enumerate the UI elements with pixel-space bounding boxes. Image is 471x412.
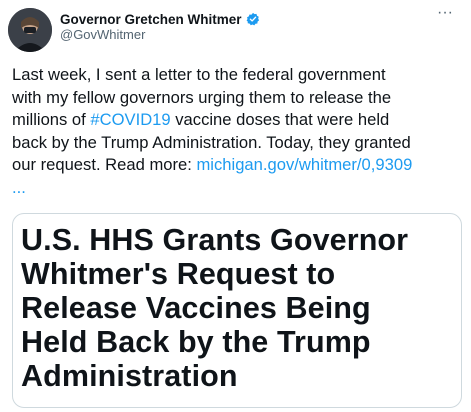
- tweet-line: Last week, I sent a letter to the federa…: [12, 65, 386, 84]
- handle[interactable]: @GovWhitmer: [60, 27, 145, 42]
- avatar-image: [8, 8, 52, 52]
- card-title-line: Release Vaccines Being: [21, 291, 371, 325]
- hashtag-link[interactable]: #COVID19: [90, 110, 170, 129]
- avatar[interactable]: [8, 8, 52, 52]
- card-title-line: U.S. HHS Grants Governor: [21, 223, 409, 257]
- card-title-line: Held Back by the Trump: [21, 325, 371, 359]
- tweet-line: our request. Read more: michigan.gov/whi…: [12, 154, 464, 177]
- more-options-icon[interactable]: ···: [435, 5, 455, 22]
- tweet[interactable]: Governor Gretchen Whitmer @GovWhitmer ··…: [0, 0, 471, 412]
- tweet-line: millions of #COVID19 vaccine doses that …: [12, 109, 464, 132]
- card-title-line: Whitmer's Request to: [21, 257, 336, 291]
- tweet-line-segment: our request. Read more:: [12, 155, 197, 175]
- card-title: U.S. HHS Grants Governor Whitmer's Reque…: [21, 223, 461, 393]
- verified-badge-icon: [246, 12, 260, 26]
- link-ellipsis[interactable]: ...: [12, 177, 464, 200]
- tweet-line-segment: millions of: [12, 110, 91, 130]
- tweet-line: with my fellow governors urging them to …: [12, 87, 392, 107]
- article-link[interactable]: michigan.gov/whitmer/0,9309: [196, 155, 412, 174]
- tweet-text: Last week, I sent a letter to the federa…: [12, 64, 464, 200]
- tweet-line: back by the Trump Administration. Today,…: [12, 132, 411, 152]
- tweet-line-segment: vaccine doses that were held: [170, 110, 390, 130]
- display-name[interactable]: Governor Gretchen Whitmer: [60, 12, 242, 27]
- link-preview-card[interactable]: U.S. HHS Grants Governor Whitmer's Reque…: [12, 213, 462, 408]
- card-title-line: Administration: [21, 359, 238, 393]
- author-name-row[interactable]: Governor Gretchen Whitmer: [60, 10, 260, 28]
